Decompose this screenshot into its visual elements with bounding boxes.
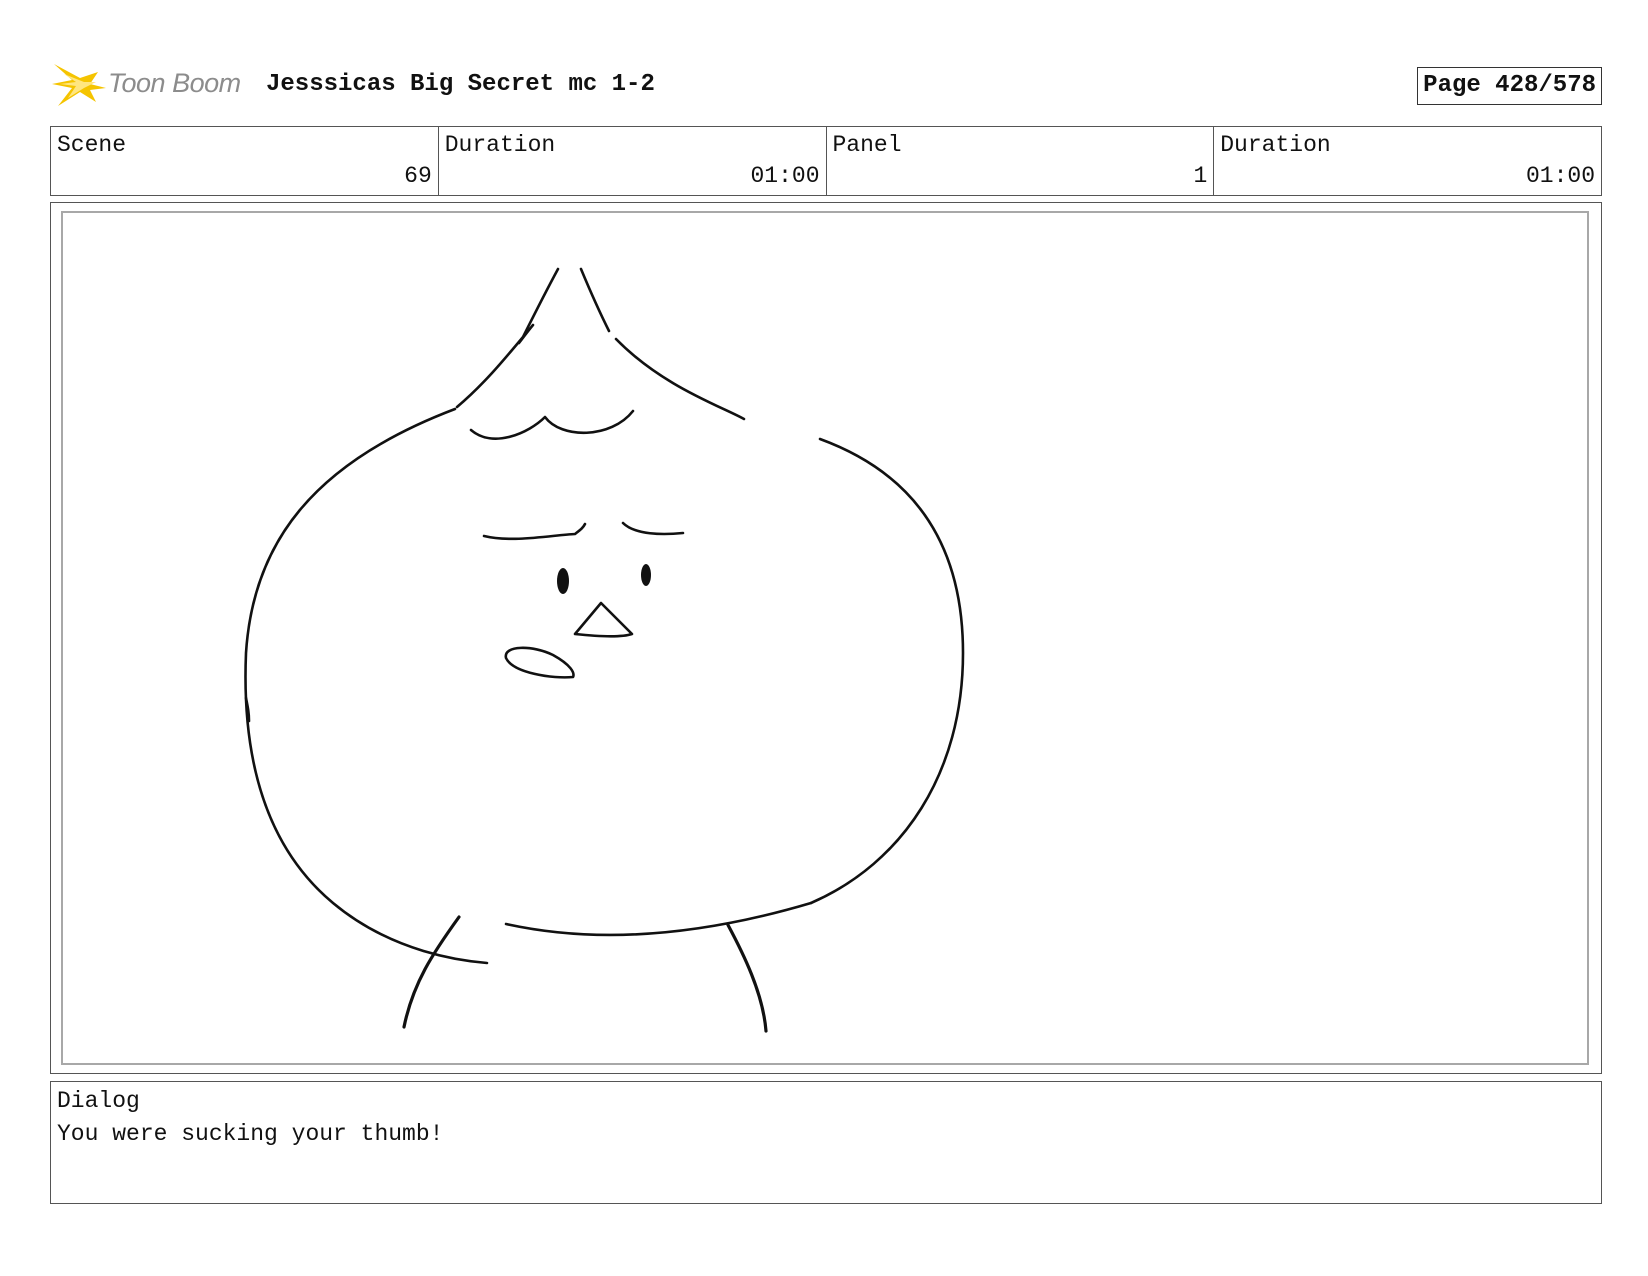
mouth [504,646,575,679]
left-eyebrow [482,522,587,541]
logo-burst-icon [52,64,106,106]
page-header: Toon Boom Jesssicas Big Secret mc 1-2 Pa… [50,56,1602,112]
hair-tip-left [455,267,560,409]
neck-left [402,915,461,1029]
scene-cell: Scene 69 [51,127,439,195]
page-number: Page 428/578 [1417,67,1602,105]
chin-line [504,901,813,937]
panel-cell: Panel 1 [827,127,1215,195]
panel-duration-cell: Duration 01:00 [1214,127,1601,195]
dialog-text: You were sucking your thumb! [57,1121,444,1147]
hair-curve-right [614,337,746,421]
head-outline [244,407,489,965]
hair-tip-stroke [517,323,535,345]
storyboard-panel-frame [50,202,1602,1074]
neck-right [726,923,768,1033]
nose [573,601,634,638]
hair-tip-right [579,267,611,333]
scene-label: Scene [57,132,127,158]
scene-duration-label: Duration [444,132,556,158]
right-eyebrow [621,521,685,536]
character-sketch [244,267,965,1033]
logo-text: Toon Boom [108,68,241,98]
bangs [469,409,635,440]
storyboard-panel-image [61,211,1589,1065]
panel-info-table: Scene 69 Duration 01:00 Panel 1 Duration… [50,126,1602,196]
panel-duration-value: 01:00 [1525,163,1595,189]
project-title: Jesssicas Big Secret mc 1-2 [266,71,655,98]
head-outline-right [809,437,965,905]
panel-duration-label: Duration [1220,132,1331,158]
scene-duration-value: 01:00 [750,163,820,189]
scene-value: 69 [404,163,432,189]
left-eye [557,568,569,594]
panel-label: Panel [832,132,902,158]
dialog-label: Dialog [57,1088,140,1114]
scene-duration-cell: Duration 01:00 [439,127,827,195]
panel-value: 1 [1193,163,1208,189]
toon-boom-logo: Toon Boom [50,58,250,108]
right-eye [641,564,651,586]
dialog-box: Dialog You were sucking your thumb! [50,1081,1602,1204]
